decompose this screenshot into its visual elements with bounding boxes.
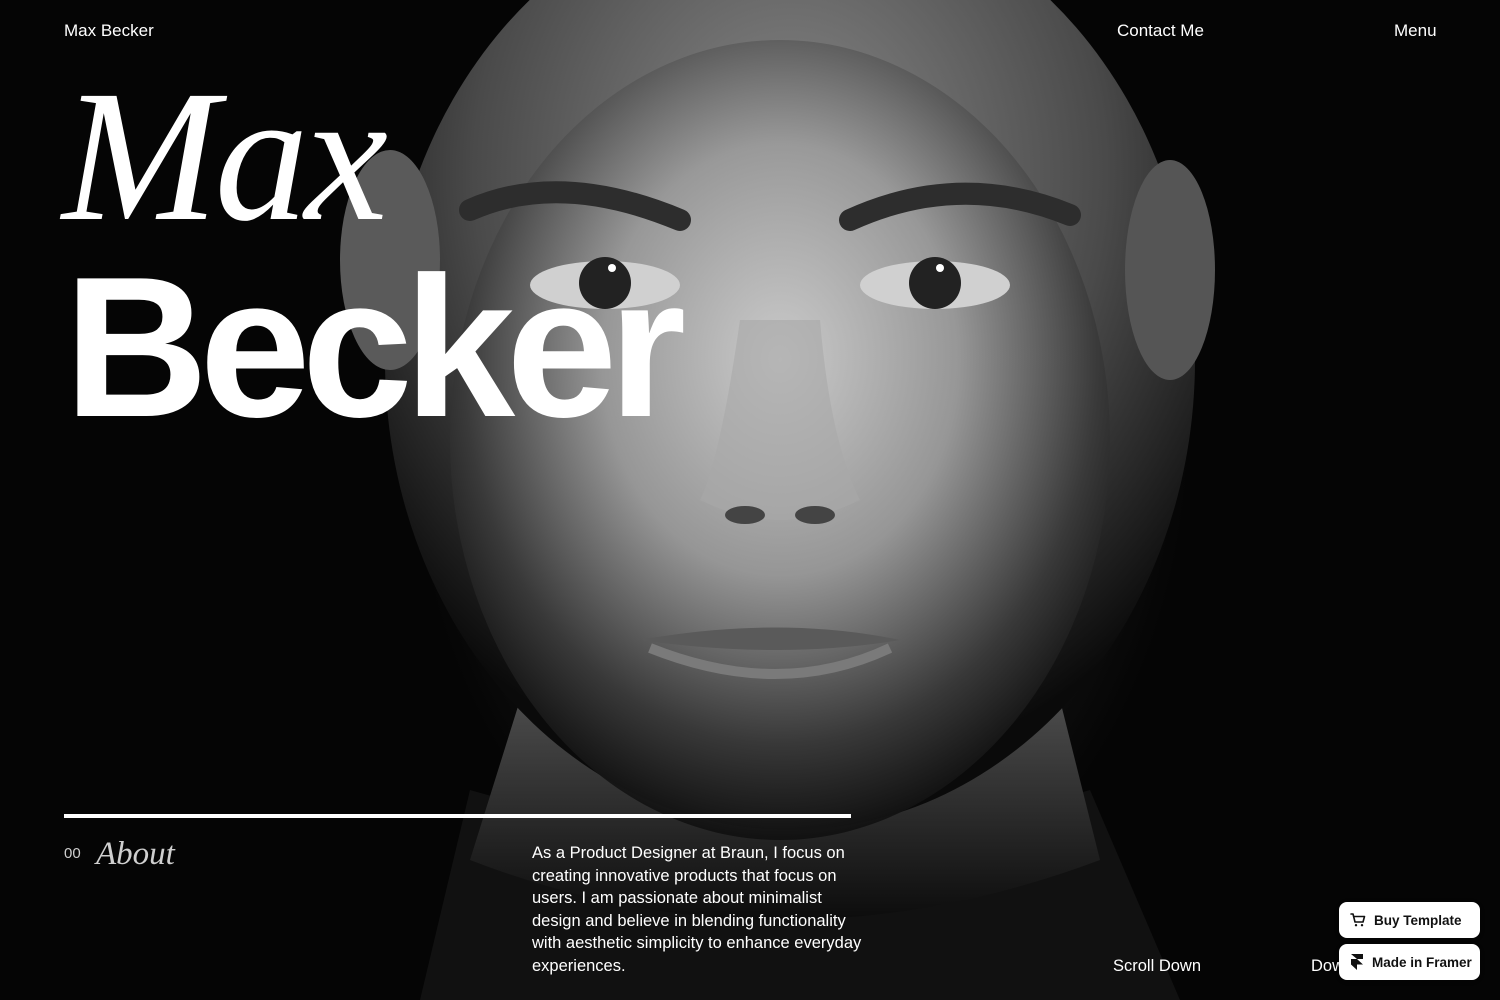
about-paragraph: As a Product Designer at Braun, I focus …	[532, 844, 862, 975]
hero-section: Max Becker Contact Me Menu Max Becker 00…	[0, 0, 1500, 1000]
buy-template-button[interactable]: Buy Template	[1339, 902, 1480, 938]
brand-link[interactable]: Max Becker	[64, 21, 154, 41]
buy-template-label: Buy Template	[1374, 912, 1462, 928]
scroll-down-link[interactable]: Scroll Down	[1113, 957, 1201, 976]
section-divider	[64, 814, 851, 818]
hero-last-name: Becker	[64, 236, 686, 459]
hero-first-name: Max	[62, 51, 388, 260]
cart-icon	[1350, 913, 1366, 927]
framer-logo-icon	[1351, 954, 1363, 970]
made-in-framer-label: Made in Framer	[1372, 954, 1472, 970]
menu-button[interactable]: Menu	[1394, 21, 1437, 41]
made-in-framer-button[interactable]: Made in Framer	[1339, 944, 1480, 980]
contact-link[interactable]: Contact Me	[1117, 21, 1204, 41]
section-title: About	[96, 836, 175, 872]
section-number: 00	[64, 845, 81, 862]
